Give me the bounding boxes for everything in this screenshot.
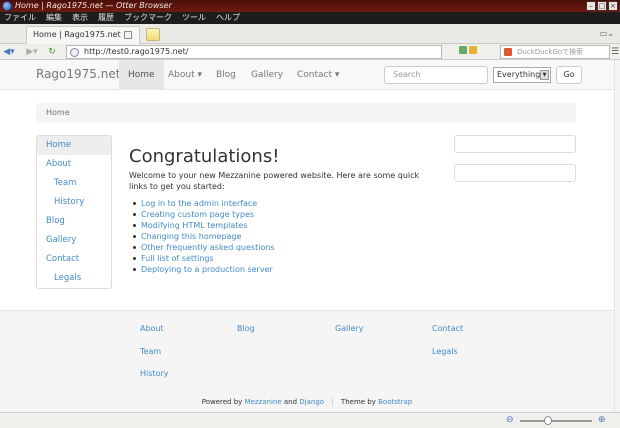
close-button[interactable]: ×	[608, 1, 618, 11]
bootstrap-link[interactable]: Bootstrap	[378, 398, 412, 406]
sidebar-item-history[interactable]: History	[37, 193, 111, 212]
zoom-out-icon[interactable]: ⊖	[506, 415, 514, 425]
footer-link-legals[interactable]: Legals	[432, 347, 458, 356]
zoom-in-icon[interactable]: ⊕	[598, 415, 606, 425]
site-brand[interactable]: Rago1975.net	[36, 67, 120, 81]
tab-home[interactable]: Home | Rago1975.net	[26, 26, 140, 44]
link-deploying[interactable]: Deploying to a production server	[133, 264, 275, 275]
new-tab-button[interactable]	[146, 28, 160, 41]
address-bar[interactable]: http://test0.rago1975.net/	[66, 45, 442, 59]
zoom-slider-handle[interactable]	[544, 416, 552, 425]
footer-separator: |	[331, 398, 334, 406]
and-text: and	[283, 398, 298, 406]
status-bar: ⊖ ⊕	[0, 412, 620, 428]
duckduckgo-icon	[504, 48, 512, 56]
right-column-box-1	[454, 135, 576, 153]
search-go-button[interactable]: Go	[556, 66, 582, 84]
menu-bar: ファイル 編集 表示 履歴 ブックマーク ツール ヘルプ	[0, 12, 620, 24]
menu-view[interactable]: 表示	[72, 12, 88, 24]
footer-link-blog[interactable]: Blog	[237, 324, 255, 333]
footer-link-team[interactable]: Team	[140, 347, 161, 356]
web-search-placeholder: DuckDuckGoで検索	[517, 48, 584, 56]
link-settings[interactable]: Full list of settings	[133, 253, 275, 264]
site-footer: About Team History Blog Gallery Contact …	[0, 310, 614, 412]
intro-text: Welcome to your new Mezzanine powered we…	[129, 171, 420, 191]
zoom-slider[interactable]	[520, 420, 592, 422]
link-custom-page-types[interactable]: Creating custom page types	[133, 209, 275, 220]
feed-icon	[469, 46, 478, 54]
nav-home[interactable]: Home	[119, 60, 164, 90]
nav-contact[interactable]: Contact ▾	[297, 60, 339, 90]
nav-about[interactable]: About ▾	[168, 60, 202, 90]
powered-prefix: Powered by	[201, 398, 243, 406]
search-scope-value: Everything	[497, 70, 541, 79]
link-faq[interactable]: Other frequently asked questions	[133, 242, 275, 253]
page-title: Congratulations!	[129, 146, 280, 167]
page-scrollbar[interactable]	[614, 60, 620, 412]
menu-edit[interactable]: 編集	[46, 12, 62, 24]
window-title: Home | Rago1975.net — Otter Browser	[15, 1, 172, 10]
right-column-box-2	[454, 164, 576, 182]
search-scope-select[interactable]: Everything ▼	[493, 67, 551, 83]
mezzanine-link[interactable]: Mezzanine	[245, 398, 282, 406]
address-url: http://test0.rago1975.net/	[84, 47, 189, 56]
nav-gallery[interactable]: Gallery	[251, 60, 283, 90]
navigation-toolbar: ◀▾ ▶▾ ↻ http://test0.rago1975.net/ DuckD…	[0, 44, 620, 60]
menu-icon[interactable]: ☰	[610, 46, 620, 58]
nav-blog[interactable]: Blog	[216, 60, 236, 90]
reload-icon[interactable]: ↻	[46, 46, 58, 58]
menu-bookmarks[interactable]: ブックマーク	[124, 12, 172, 24]
menu-help[interactable]: ヘルプ	[216, 12, 240, 24]
maximize-button[interactable]: □	[597, 1, 607, 11]
back-icon[interactable]: ◀▾	[2, 46, 16, 58]
footer-link-about[interactable]: About	[140, 324, 164, 333]
sidebar-item-home[interactable]: Home	[37, 136, 111, 155]
security-icon	[458, 46, 467, 54]
sidebar-item-team[interactable]: Team	[37, 174, 111, 193]
site-search-input[interactable]: Search	[384, 66, 488, 84]
site-header: Rago1975.net Home About ▾ Blog Gallery C…	[0, 60, 614, 90]
address-action-icons[interactable]	[456, 46, 480, 58]
theme-prefix: Theme by	[340, 398, 376, 406]
link-admin-login[interactable]: Log in to the admin interface	[133, 198, 275, 209]
forward-icon[interactable]: ▶▾	[24, 46, 40, 58]
page-info-icon[interactable]	[70, 48, 79, 57]
tab-list-icon[interactable]: ▭⌄	[600, 29, 614, 38]
minimize-button[interactable]: –	[586, 1, 596, 11]
sidebar-item-legals[interactable]: Legals	[37, 269, 111, 288]
menu-file[interactable]: ファイル	[4, 12, 36, 24]
quick-links-list: Log in to the admin interface Creating c…	[133, 198, 275, 275]
sidebar-item-blog[interactable]: Blog	[37, 212, 111, 231]
side-navigation: Home About Team History Blog Gallery Con…	[36, 135, 112, 289]
window-titlebar: Home | Rago1975.net — Otter Browser – □ …	[0, 0, 620, 12]
chevron-down-icon: ▼	[540, 70, 549, 80]
link-change-homepage[interactable]: Changing this homepage	[133, 231, 275, 242]
otter-browser-icon	[2, 1, 12, 11]
django-link[interactable]: Django	[299, 398, 324, 406]
footer-link-contact[interactable]: Contact	[432, 324, 463, 333]
sidebar-item-gallery[interactable]: Gallery	[37, 231, 111, 250]
breadcrumb: Home	[36, 103, 576, 123]
menu-tools[interactable]: ツール	[182, 12, 206, 24]
tab-bar: Home | Rago1975.net ▭⌄	[0, 24, 620, 44]
menu-history[interactable]: 履歴	[98, 12, 114, 24]
powered-by-line: Powered by Mezzanine and Django | Theme …	[0, 398, 614, 406]
web-search-field[interactable]: DuckDuckGoで検索	[500, 45, 610, 59]
footer-link-history[interactable]: History	[140, 369, 168, 378]
footer-link-gallery[interactable]: Gallery	[335, 324, 364, 333]
sidebar-item-contact[interactable]: Contact	[37, 250, 111, 269]
tab-close-icon[interactable]	[124, 31, 132, 39]
web-page: Rago1975.net Home About ▾ Blog Gallery C…	[0, 60, 620, 412]
tab-label: Home | Rago1975.net	[33, 30, 121, 39]
link-html-templates[interactable]: Modifying HTML templates	[133, 220, 275, 231]
sidebar-item-about[interactable]: About	[37, 155, 111, 174]
